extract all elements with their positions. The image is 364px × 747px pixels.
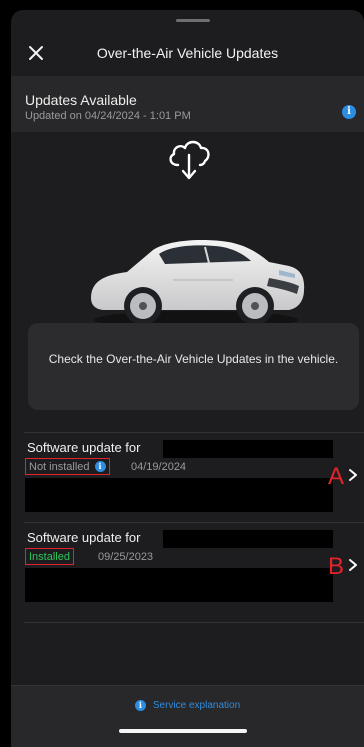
notice-card: Check the Over-the-Air Vehicle Updates i… — [28, 323, 359, 410]
bottom-bar: i Service explanation — [11, 685, 364, 747]
status-label: Not installed — [29, 460, 90, 473]
info-icon: i — [134, 700, 146, 711]
header: Over-the-Air Vehicle Updates — [11, 32, 364, 76]
status-info-icon[interactable]: i — [94, 461, 106, 472]
service-explanation-label: Service explanation — [152, 700, 241, 711]
status-label: Installed — [29, 550, 70, 563]
updated-timestamp: Updated on 04/24/2024 - 1:01 PM — [25, 110, 191, 122]
notice-text: Check the Over-the-Air Vehicle Updates i… — [48, 352, 339, 366]
update-row-a[interactable]: Software update for Not installed i 04/1… — [11, 432, 364, 532]
update-date: 09/25/2023 — [98, 551, 154, 563]
update-title: Software update for — [27, 440, 141, 455]
vehicle-image — [91, 240, 305, 329]
redacted-details — [25, 568, 333, 602]
redacted-details — [25, 478, 333, 512]
redacted-vehicle-name — [163, 440, 333, 458]
chevron-right-icon[interactable] — [348, 558, 358, 572]
cloud-download-icon — [169, 140, 210, 180]
divider — [24, 622, 364, 623]
page-title: Over-the-Air Vehicle Updates — [96, 45, 279, 61]
updates-available-title: Updates Available — [25, 92, 137, 108]
update-date: 04/19/2024 — [131, 461, 187, 473]
update-row-b[interactable]: Software update for Installed 09/25/2023… — [11, 522, 364, 622]
ota-updates-sheet: Over-the-Air Vehicle Updates Updates Ava… — [11, 10, 364, 747]
chevron-right-icon[interactable] — [348, 468, 358, 482]
redacted-vehicle-name — [163, 530, 333, 548]
status-badge: Installed — [25, 548, 74, 565]
annotation-marker-a: A — [327, 463, 344, 490]
status-badge: Not installed i — [25, 458, 110, 475]
home-indicator[interactable] — [119, 729, 247, 733]
sheet-grabber[interactable] — [176, 19, 210, 22]
info-icon[interactable]: i — [342, 105, 356, 119]
updates-status-panel: Updates Available Updated on 04/24/2024 … — [11, 76, 364, 132]
update-title: Software update for — [27, 530, 141, 545]
service-explanation-link[interactable]: i Service explanation — [11, 700, 364, 711]
annotation-marker-b: B — [327, 553, 344, 580]
